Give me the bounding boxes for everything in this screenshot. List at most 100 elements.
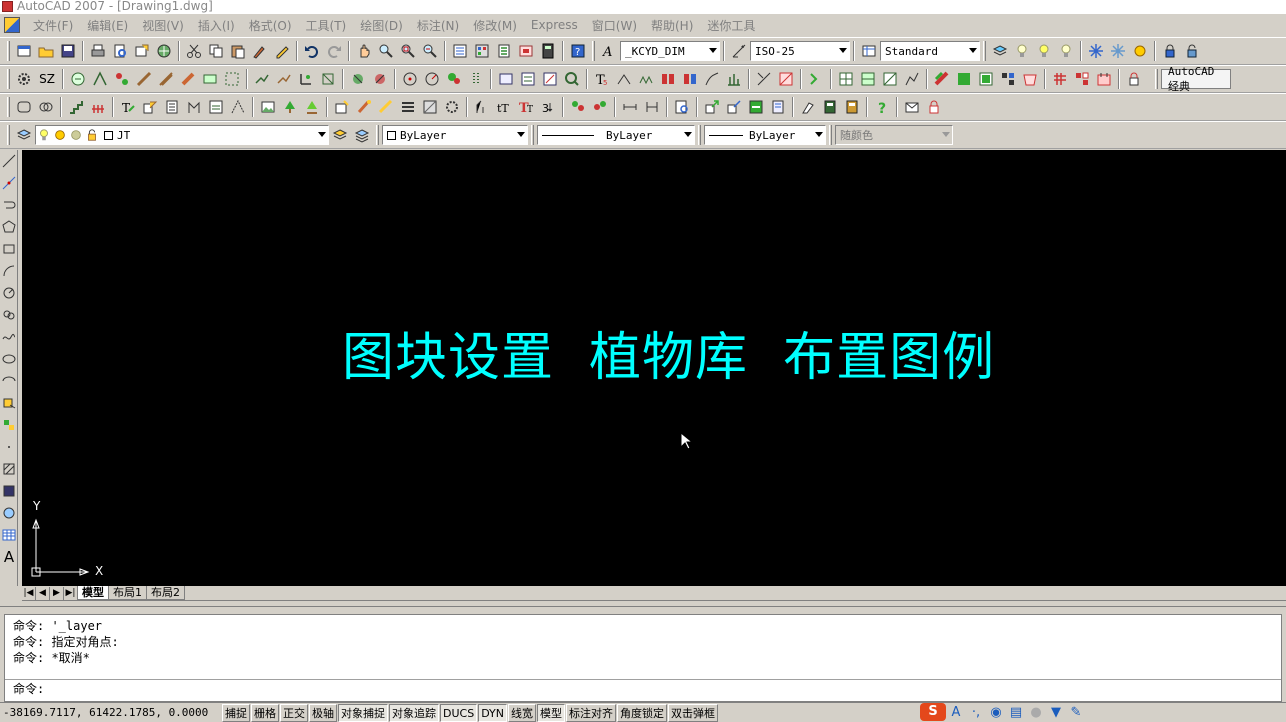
layer-light-icon[interactable] xyxy=(1056,41,1076,61)
sheet-set-icon[interactable] xyxy=(516,41,536,61)
settings-gear-icon[interactable] xyxy=(14,69,34,89)
help-icon[interactable]: ? xyxy=(568,41,588,61)
tool-p-icon[interactable] xyxy=(518,69,538,89)
skin-icon[interactable]: ▼ xyxy=(1046,703,1066,721)
symbol-tool-2-icon[interactable] xyxy=(590,97,610,117)
text-edit-icon[interactable]: T xyxy=(118,97,138,117)
tool-i-icon[interactable] xyxy=(252,69,272,89)
zoom-previous-icon[interactable] xyxy=(420,41,440,61)
hatch-red-3-icon[interactable] xyxy=(1094,69,1114,89)
menu-dimension[interactable]: 标注(N) xyxy=(410,17,466,34)
paste-icon[interactable] xyxy=(228,41,248,61)
gradient-icon[interactable] xyxy=(0,480,18,502)
make-block-icon[interactable] xyxy=(0,414,18,436)
calculator-icon[interactable] xyxy=(538,41,558,61)
tool-g-icon[interactable] xyxy=(200,69,220,89)
copy-icon[interactable] xyxy=(206,41,226,61)
grid-tool-4-icon[interactable] xyxy=(902,69,922,89)
dots-tool-icon[interactable] xyxy=(466,69,486,89)
polyline-icon[interactable] xyxy=(0,194,18,216)
grid-tool-7-icon[interactable] xyxy=(976,69,996,89)
table-icon[interactable] xyxy=(0,524,18,546)
rectangle-icon[interactable] xyxy=(0,238,18,260)
layer-on-icon[interactable] xyxy=(1012,41,1032,61)
text-scale-icon[interactable] xyxy=(472,97,492,117)
text-edit-2-icon[interactable] xyxy=(140,97,160,117)
user-icon[interactable]: ● xyxy=(1026,703,1046,721)
layer-lock-icon[interactable] xyxy=(1160,41,1180,61)
menu-insert[interactable]: 插入(I) xyxy=(191,17,242,34)
text-style-select[interactable]: _KCYD_DIM xyxy=(620,41,720,61)
otrack-toggle[interactable]: 对象追踪 xyxy=(389,703,439,722)
edit-tool-2-icon[interactable] xyxy=(354,97,374,117)
dimension-style-icon[interactable] xyxy=(729,41,749,61)
tool-y-icon[interactable] xyxy=(776,69,796,89)
lock-icon[interactable] xyxy=(924,97,944,117)
open-icon[interactable] xyxy=(36,41,56,61)
print-icon[interactable] xyxy=(88,41,108,61)
query-icon[interactable] xyxy=(562,69,582,89)
make-layer-current-icon[interactable] xyxy=(330,125,350,145)
tab-next-icon[interactable]: ▶ xyxy=(50,586,64,600)
zoom-realtime-icon[interactable] xyxy=(376,41,396,61)
spline-icon[interactable] xyxy=(0,326,18,348)
tree-plant-icon[interactable] xyxy=(280,97,300,117)
microphone-icon[interactable]: ◉ xyxy=(986,703,1006,721)
double-click-popup-toggle[interactable]: 双击弹框 xyxy=(668,703,719,722)
tab-first-icon[interactable]: |◀ xyxy=(22,586,36,600)
tool-v-icon[interactable] xyxy=(702,69,722,89)
menu-help[interactable]: 帮助(H) xyxy=(644,17,700,34)
hatch-red-icon[interactable] xyxy=(1050,69,1070,89)
ellipse-arc-icon[interactable] xyxy=(0,370,18,392)
ime-mode[interactable]: A xyxy=(946,703,966,721)
line-icon[interactable] xyxy=(0,150,18,172)
zoom-window-icon[interactable] xyxy=(398,41,418,61)
tool-palettes-icon[interactable] xyxy=(494,41,514,61)
model-toggle[interactable]: 模型 xyxy=(537,703,566,722)
menu-file[interactable]: 文件(F) xyxy=(26,17,80,34)
find-tool-icon[interactable] xyxy=(672,97,692,117)
tool-l-icon[interactable] xyxy=(318,69,338,89)
tool-b-icon[interactable] xyxy=(90,69,110,89)
menu-view[interactable]: 视图(V) xyxy=(135,17,191,34)
osnap-toggle[interactable]: 对象捕捉 xyxy=(338,703,388,722)
table-style-select[interactable]: Standard xyxy=(880,41,980,61)
menu-window[interactable]: 窗口(W) xyxy=(585,17,644,34)
edit-tool-1-icon[interactable] xyxy=(332,97,352,117)
lineweight-select[interactable]: ByLayer xyxy=(704,125,826,145)
ducs-toggle[interactable]: DUCS xyxy=(440,703,478,722)
grid-toggle[interactable]: 栅格 xyxy=(251,703,279,722)
menu-mini-tools[interactable]: 迷你工具 xyxy=(700,17,762,34)
tool-e-icon[interactable] xyxy=(156,69,176,89)
tab-layout2[interactable]: 布局2 xyxy=(146,586,185,600)
dim-tool-2-icon[interactable] xyxy=(642,97,662,117)
text-tool-icon[interactable]: T5 xyxy=(592,69,612,89)
table-style-icon[interactable] xyxy=(859,41,879,61)
symbol-tool-1-icon[interactable] xyxy=(568,97,588,117)
fence-tool-icon[interactable] xyxy=(88,97,108,117)
menu-format[interactable]: 格式(O) xyxy=(242,17,299,34)
coordinates-readout[interactable]: -38169.7117, 61422.1785, 0.0000 xyxy=(0,706,222,719)
multiline-text-icon[interactable]: A xyxy=(0,546,18,568)
edit-tool-4-icon[interactable] xyxy=(398,97,418,117)
block-editor-icon[interactable] xyxy=(272,41,292,61)
design-center-icon[interactable] xyxy=(472,41,492,61)
circle-icon[interactable] xyxy=(0,282,18,304)
publish-icon[interactable] xyxy=(132,41,152,61)
book-tool-icon[interactable] xyxy=(820,97,840,117)
dimension-style-select[interactable]: ISO-25 xyxy=(750,41,850,61)
edit-tool-3-icon[interactable] xyxy=(376,97,396,117)
cloud-tool-icon[interactable] xyxy=(14,97,34,117)
text-style-icon[interactable]: A xyxy=(599,41,619,61)
grid-tool-2-icon[interactable] xyxy=(858,69,878,89)
tab-layout1[interactable]: 布局1 xyxy=(108,586,147,600)
ortho-toggle[interactable]: 正交 xyxy=(280,703,308,722)
export-tool-3-icon[interactable] xyxy=(746,97,766,117)
wrench-icon[interactable]: ✎ xyxy=(1066,703,1086,721)
mail-icon[interactable] xyxy=(902,97,922,117)
tool-n-icon[interactable] xyxy=(370,69,390,89)
tool-t-icon[interactable] xyxy=(658,69,678,89)
hatch-red-2-icon[interactable] xyxy=(1072,69,1092,89)
layers-icon[interactable] xyxy=(14,125,34,145)
question-icon[interactable]: ? xyxy=(872,97,892,117)
